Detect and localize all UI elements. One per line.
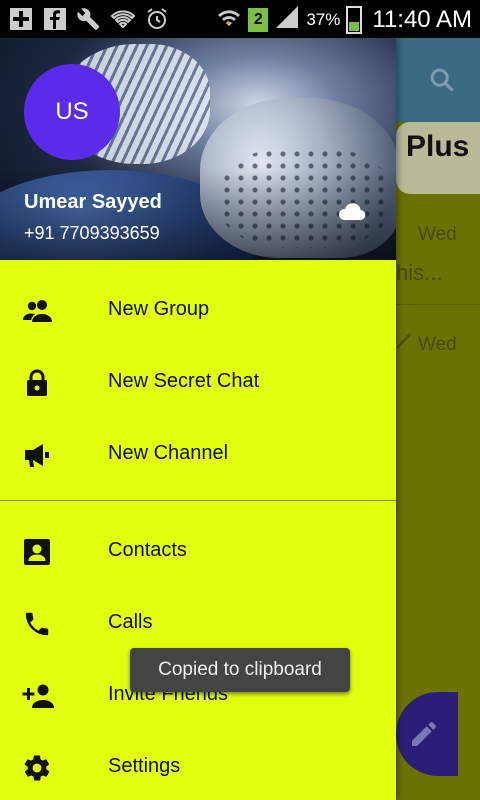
megaphone-icon [22,440,52,470]
menu-item-label: New Secret Chat [108,370,260,392]
background-title: Plus [406,130,470,163]
menu-item-settings[interactable]: Settings [0,731,396,800]
menu-item-label: New Group [108,298,210,320]
settings-icon [22,753,52,783]
search-icon[interactable] [428,66,456,99]
toast-message: Copied to clipboard [130,648,350,692]
menu-item-new-secret-chat[interactable]: New Secret Chat [0,346,396,418]
menu-item-label: Settings [108,755,181,777]
wifi-data-icon [216,4,242,35]
chat-row-date: Wed [418,224,457,245]
row-divider [396,304,480,305]
add-person-icon [22,681,54,711]
menu-item-contacts[interactable]: Contacts [0,515,396,587]
notification-badge: 2 [248,7,269,32]
alarm-icon [144,6,170,32]
wifi-icon [110,6,136,32]
pencil-icon [408,718,440,755]
add-icon [8,6,34,32]
chat-row-snippet: his... [396,260,443,285]
menu-divider [0,500,396,501]
user-phone: +91 7709393659 [24,223,160,243]
menu-item-label: New Channel [108,442,229,464]
signal-icon [274,4,300,35]
chat-row-date: Wed [418,334,457,355]
drawer-header: US Umear Sayyed +91 7709393659 [0,38,396,260]
menu-item-label: Contacts [108,539,187,561]
avatar[interactable]: US [24,64,120,160]
group-icon [22,296,52,326]
cloud-icon[interactable] [336,200,366,229]
wrench-icon [76,6,102,32]
check-icon [396,332,412,355]
contacts-icon [22,537,52,567]
clock: 11:40 AM [372,5,472,33]
menu-item-label: Calls [108,611,153,633]
facebook-icon [42,6,68,32]
background-app: Plus Wed his... Wed [396,38,480,800]
lock-icon [22,368,52,398]
menu-item-new-group[interactable]: New Group [0,274,396,346]
battery-icon [346,5,363,34]
battery-percent: 37% [306,9,341,29]
menu-item-new-channel[interactable]: New Channel [0,418,396,490]
phone-icon [22,609,52,639]
user-name: Umear Sayyed [24,191,162,213]
status-bar: 2 37% 11:40 AM [0,0,480,38]
